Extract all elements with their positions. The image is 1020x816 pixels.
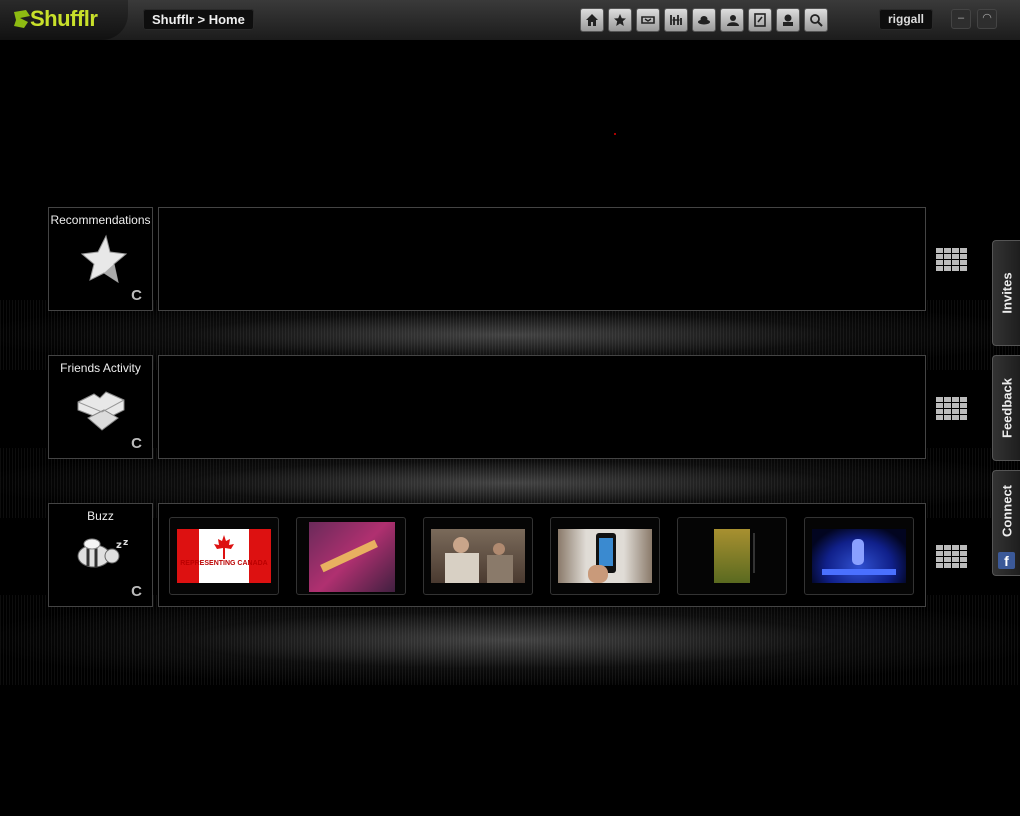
logo-text: Shufflr <box>30 6 98 31</box>
person-icon <box>727 15 739 26</box>
thumbnail-image <box>558 529 652 583</box>
toolbar <box>580 8 828 32</box>
app-logo[interactable]: Shufflr <box>0 0 128 40</box>
user-menu[interactable]: riggall <box>879 9 934 30</box>
restore-button[interactable]: ◠ <box>977 9 997 29</box>
hat-icon <box>698 16 710 25</box>
video-thumbnail[interactable] <box>804 517 914 595</box>
row-title: Buzz <box>87 509 114 523</box>
home-button[interactable] <box>580 8 604 32</box>
thumbnail-caption: REPRESENTING CANADA <box>180 560 268 567</box>
svg-text:z: z <box>123 538 128 548</box>
decorative-dot <box>614 133 616 135</box>
feedback-tab[interactable]: Feedback <box>992 355 1020 461</box>
favorites-button[interactable] <box>608 8 632 32</box>
logo-mark-icon <box>14 10 30 28</box>
playlist-button[interactable] <box>636 8 660 32</box>
notes-button[interactable] <box>748 8 772 32</box>
row-title: Recommendations <box>50 213 151 227</box>
friends-activity-tile[interactable]: Friends Activity C <box>48 355 153 459</box>
side-tab-label: Invites <box>999 272 1014 314</box>
video-thumbnail[interactable] <box>550 517 660 595</box>
background-texture <box>0 595 1020 685</box>
channels-button[interactable] <box>664 8 688 32</box>
thumbnail-image <box>685 529 779 583</box>
friends-activity-strip <box>158 355 926 459</box>
thumbnail-image <box>431 529 525 583</box>
search-button[interactable] <box>804 8 828 32</box>
equalizer-icon <box>670 15 682 25</box>
note-icon <box>754 13 766 27</box>
home-icon <box>586 14 598 26</box>
star-icon <box>614 14 626 26</box>
video-thumbnail[interactable]: REPRESENTING CANADA <box>169 517 279 595</box>
side-tab-label: Connect <box>999 484 1014 537</box>
buzz-tile[interactable]: Buzz z z C <box>48 503 153 607</box>
row-title: Friends Activity <box>60 361 141 375</box>
grid-view-icon[interactable] <box>936 545 968 569</box>
minimize-button[interactable]: – <box>951 9 971 29</box>
star-icon <box>80 234 128 284</box>
side-tab-label: Feedback <box>999 378 1014 438</box>
invites-tab[interactable]: Invites <box>992 240 1020 346</box>
breadcrumb[interactable]: Shufflr > Home <box>143 9 254 30</box>
search-icon <box>810 14 823 27</box>
top-bar: Shufflr Shufflr > Home riggall – ◠ <box>0 0 1020 41</box>
alert-icon <box>783 14 793 26</box>
refresh-button[interactable]: C <box>131 435 142 452</box>
grid-view-icon[interactable] <box>936 248 968 272</box>
video-thumbnail[interactable] <box>677 517 787 595</box>
thumbnail-image <box>309 522 395 592</box>
playlist-icon <box>641 16 655 24</box>
bee-icon: z z <box>77 538 128 568</box>
connect-tab[interactable]: Connect f <box>992 470 1020 576</box>
shows-button[interactable] <box>692 8 716 32</box>
recommendations-strip <box>158 207 926 311</box>
refresh-button[interactable]: C <box>131 287 142 304</box>
thumbnail-image <box>812 529 906 583</box>
buzz-strip: REPRESENTING CANADA <box>158 503 926 607</box>
thumbnail-image: REPRESENTING CANADA <box>177 529 271 583</box>
recommendations-tile[interactable]: Recommendations C <box>48 207 153 311</box>
facebook-icon: f <box>998 552 1015 569</box>
grid-view-icon[interactable] <box>936 397 968 421</box>
maple-leaf-icon <box>214 535 234 559</box>
video-thumbnail[interactable] <box>423 517 533 595</box>
video-thumbnail[interactable] <box>296 517 406 595</box>
refresh-button[interactable]: C <box>131 583 142 600</box>
alerts-button[interactable] <box>776 8 800 32</box>
svg-text:z: z <box>116 540 122 551</box>
puzzle-icon <box>77 391 125 431</box>
friends-button[interactable] <box>720 8 744 32</box>
